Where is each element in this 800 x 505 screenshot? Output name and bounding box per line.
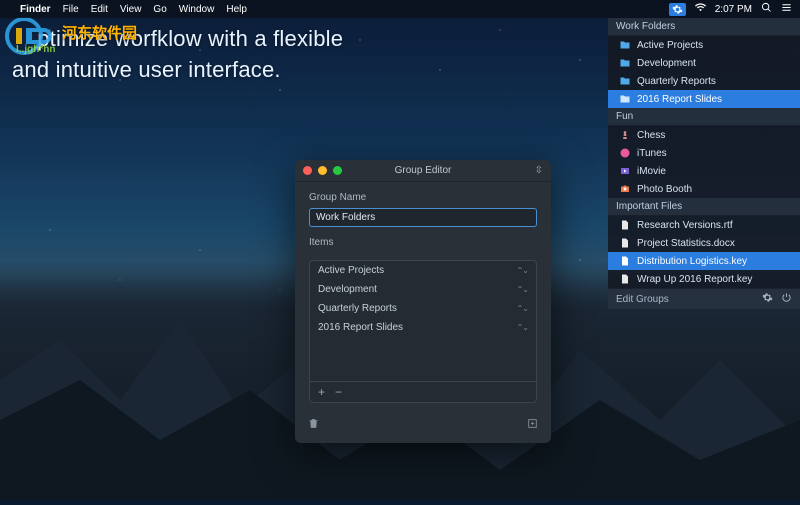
sidepanel-group-header: Work Folders: [608, 18, 800, 36]
sidepanel-item[interactable]: Active Projects: [608, 36, 800, 54]
sidepanel-item[interactable]: Quarterly Reports: [608, 72, 800, 90]
sidepanel-item-label: Quarterly Reports: [637, 76, 716, 87]
window-title: Group Editor: [295, 165, 551, 176]
item-row[interactable]: 2016 Report Slides ⌃⌄: [310, 318, 536, 337]
remove-item-button[interactable]: −: [335, 385, 342, 399]
item-row[interactable]: Development ⌃⌄: [310, 280, 536, 299]
edit-groups-button[interactable]: Edit Groups: [616, 294, 669, 305]
photobooth-icon: [618, 183, 631, 195]
expand-icon[interactable]: ⇳: [535, 165, 543, 176]
sidepanel-item[interactable]: Photo Booth: [608, 180, 800, 198]
group-name-input[interactable]: [309, 208, 537, 227]
sidepanel-item[interactable]: Project Statistics.docx: [608, 234, 800, 252]
file-icon: [618, 273, 631, 285]
folder-icon: [618, 93, 631, 105]
hero-line-2: and intuitive user interface.: [12, 55, 343, 86]
sidepanel-item[interactable]: Wrap Up 2016 Report.key: [608, 270, 800, 288]
items-box: Active Projects ⌃⌄ Development ⌃⌄ Quarterl…: [309, 260, 537, 403]
items-label: Items: [309, 237, 537, 248]
sidepanel-item-label: Chess: [637, 130, 665, 141]
group-name-label: Group Name: [309, 192, 537, 203]
sidepanel-item-label: Research Versions.rtf: [637, 220, 733, 231]
reorder-icon[interactable]: ⌃⌄: [517, 266, 528, 275]
notification-center-icon[interactable]: [781, 2, 792, 16]
new-group-button[interactable]: [526, 417, 539, 435]
add-item-button[interactable]: +: [318, 385, 325, 399]
power-icon[interactable]: [781, 292, 792, 306]
window-footer: [295, 411, 551, 443]
item-row-label: Quarterly Reports: [318, 303, 397, 314]
folder-icon: [618, 57, 631, 69]
menu-view[interactable]: View: [120, 4, 142, 15]
item-row-label: 2016 Report Slides: [318, 322, 403, 333]
sidepanel-group-header: Fun: [608, 108, 800, 126]
menu-window[interactable]: Window: [179, 4, 215, 15]
gear-icon[interactable]: [762, 292, 773, 306]
chess-icon: [618, 129, 631, 141]
menu-edit[interactable]: Edit: [91, 4, 108, 15]
item-row[interactable]: Quarterly Reports ⌃⌄: [310, 299, 536, 318]
wifi-icon[interactable]: [695, 2, 706, 16]
folder-icon: [618, 39, 631, 51]
sidepanel-item[interactable]: Research Versions.rtf: [608, 216, 800, 234]
watermark-url-text: I..jgh*hn: [16, 44, 55, 55]
file-icon: [618, 255, 631, 267]
window-titlebar[interactable]: Group Editor ⇳: [295, 160, 551, 182]
menubar-app-name[interactable]: Finder: [20, 4, 51, 15]
menubar-clock[interactable]: 2:07 PM: [715, 4, 752, 15]
sidepanel-item[interactable]: Development: [608, 54, 800, 72]
item-row[interactable]: Active Projects ⌃⌄: [310, 261, 536, 280]
sidepanel-item[interactable]: iMovie: [608, 162, 800, 180]
imovie-icon: [618, 165, 631, 177]
sidepanel-item-label: Wrap Up 2016 Report.key: [637, 274, 752, 285]
item-row-label: Development: [318, 284, 377, 295]
folder-icon: [618, 75, 631, 87]
trash-button[interactable]: [307, 417, 320, 435]
file-icon: [618, 237, 631, 249]
sidepanel-item-label: 2016 Report Slides: [637, 94, 722, 105]
sidepanel-item-selected[interactable]: 2016 Report Slides: [608, 90, 800, 108]
sidepanel-item-label: Distribution Logistics.key: [637, 256, 747, 267]
sidepanel-footer: Edit Groups: [608, 288, 800, 309]
menubar: Finder File Edit View Go Window Help 2:0…: [0, 0, 800, 18]
groups-sidepanel: Work Folders Active Projects Development…: [608, 18, 800, 309]
sidepanel-item-label: iTunes: [637, 148, 667, 159]
sidepanel-item[interactable]: iTunes: [608, 144, 800, 162]
itunes-icon: [618, 147, 631, 159]
sidepanel-item-selected[interactable]: Distribution Logistics.key: [608, 252, 800, 270]
sidepanel-item-label: Development: [637, 58, 696, 69]
menubar-app-icon[interactable]: [669, 3, 686, 16]
file-icon: [618, 219, 631, 231]
sidepanel-item-label: Project Statistics.docx: [637, 238, 735, 249]
reorder-icon[interactable]: ⌃⌄: [517, 323, 528, 332]
reorder-icon[interactable]: ⌃⌄: [517, 285, 528, 294]
sidepanel-item-label: Active Projects: [637, 40, 703, 51]
sidepanel-item-label: Photo Booth: [637, 184, 692, 195]
sidepanel-group-header: Important Files: [608, 198, 800, 216]
watermark-brand-text: 河东软件园: [62, 22, 137, 43]
menu-go[interactable]: Go: [153, 4, 166, 15]
group-editor-window: Group Editor ⇳ Group Name Items Active P…: [295, 160, 551, 443]
reorder-icon[interactable]: ⌃⌄: [517, 304, 528, 313]
sidepanel-item-label: iMovie: [637, 166, 666, 177]
sidepanel-item[interactable]: Chess: [608, 126, 800, 144]
item-row-label: Active Projects: [318, 265, 384, 276]
spotlight-icon[interactable]: [761, 2, 772, 16]
menu-help[interactable]: Help: [226, 4, 247, 15]
menu-file[interactable]: File: [63, 4, 79, 15]
